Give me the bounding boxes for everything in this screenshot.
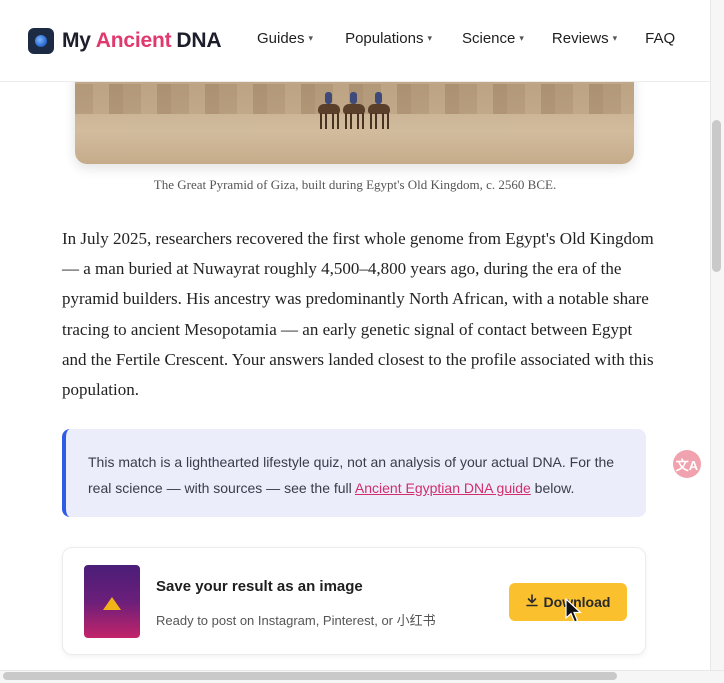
- logo-word-ancient: Ancient: [95, 29, 172, 52]
- horizontal-scrollbar-thumb[interactable]: [3, 672, 617, 680]
- save-result-card: Save your result as an image Ready to po…: [62, 547, 646, 655]
- download-icon: [525, 594, 538, 610]
- chevron-down-icon: ▾: [519, 32, 524, 43]
- image-caption: The Great Pyramid of Giza, built during …: [153, 177, 557, 192]
- nav-populations-label: Populations: [345, 29, 424, 47]
- camel-figure: [318, 92, 340, 129]
- nav-guides-label: Guides: [257, 29, 305, 47]
- chevron-down-icon: ▾: [612, 32, 618, 43]
- notice-text-after: below.: [530, 480, 575, 496]
- nav-faq[interactable]: FAQ: [645, 29, 675, 47]
- article-paragraph: In July 2025, researchers recovered the …: [62, 229, 654, 400]
- vertical-scrollbar-thumb[interactable]: [712, 120, 721, 272]
- mouse-cursor-icon: [565, 598, 583, 623]
- site-header: My Ancient DNA Guides ▾ Populations ▾ Scie…: [0, 0, 710, 82]
- nav-science[interactable]: Science ▾: [462, 29, 524, 47]
- result-thumbnail: [84, 565, 140, 638]
- logo-word-my: My: [62, 29, 91, 52]
- nav-reviews[interactable]: Reviews ▾: [552, 29, 617, 47]
- nav-populations[interactable]: Populations ▾: [345, 29, 432, 47]
- camel-figure: [343, 92, 365, 129]
- logo-text: My Ancient DNA: [62, 29, 221, 53]
- camel-figure: [368, 92, 390, 129]
- logo-word-dna: DNA: [176, 29, 222, 52]
- translate-icon[interactable]: 文A: [673, 450, 701, 478]
- dna-globe-icon: [28, 28, 54, 54]
- disclaimer-notice: This match is a lighthearted lifestyle q…: [62, 429, 646, 517]
- main-nav: Guides ▾ Populations ▾ Science ▾ Reviews…: [257, 29, 675, 47]
- nav-guides[interactable]: Guides ▾: [257, 29, 313, 47]
- chevron-down-icon: ▾: [308, 32, 314, 43]
- vertical-scrollbar-track[interactable]: [710, 0, 724, 670]
- nav-faq-label: FAQ: [645, 29, 676, 47]
- save-card-title: Save your result as an image: [156, 578, 363, 595]
- nav-science-label: Science: [462, 29, 516, 47]
- chevron-down-icon: ▾: [427, 32, 432, 43]
- nav-reviews-label: Reviews: [551, 29, 609, 47]
- save-card-subtitle: Ready to post on Instagram, Pinterest, o…: [156, 613, 436, 628]
- egyptian-dna-guide-link[interactable]: Ancient Egyptian DNA guide: [355, 480, 531, 496]
- site-logo[interactable]: My Ancient DNA: [28, 28, 221, 54]
